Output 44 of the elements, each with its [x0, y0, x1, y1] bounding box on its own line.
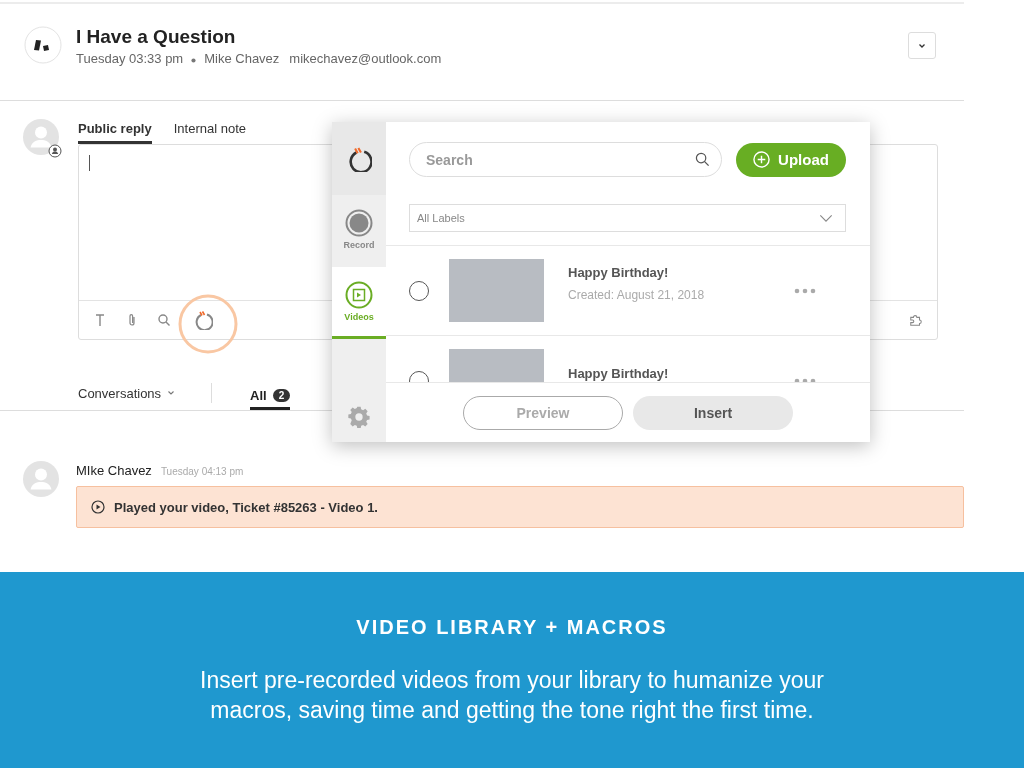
text-cursor	[89, 155, 90, 171]
search-icon[interactable]	[157, 313, 171, 327]
puzzle-piece-icon[interactable]	[909, 313, 923, 327]
labels-dropdown[interactable]: All Labels	[409, 204, 846, 232]
message-time: Tuesday 04:13 pm	[160, 466, 244, 477]
macro-timer-icon[interactable]	[193, 310, 213, 330]
reply-tab[interactable]: Internal note	[173, 119, 246, 144]
video-created-date: Created: August 21, 2018	[568, 288, 706, 302]
banner-heading: VIDEO LIBRARY + MACROS	[356, 616, 668, 639]
more-dots-icon[interactable]	[794, 377, 816, 382]
dropdown-button[interactable]	[908, 32, 936, 59]
plus-circle-icon	[753, 151, 771, 168]
video-title: Happy Birthday!	[568, 265, 670, 280]
event-text: Played your video, Ticket #85263 - Video 1.	[114, 499, 378, 515]
count-badge: 2	[272, 389, 291, 402]
more-dots-icon[interactable]	[794, 287, 816, 294]
timer-logo-icon	[346, 145, 372, 172]
play-circle-icon	[91, 500, 105, 514]
banner-text: Insert pre-recorded videos from your library to humanize your macros, saving time and getting the tone right the first time.	[199, 666, 825, 725]
ticket-title: I Have a Question	[76, 26, 237, 48]
dot-separator-icon	[191, 57, 197, 63]
message-author: MIke Chavez	[76, 463, 152, 478]
requester-email: mikechavez@outlook.com	[289, 51, 442, 66]
highlight-ring	[178, 294, 238, 354]
avatar-icon	[23, 461, 59, 497]
search-icon	[695, 152, 710, 167]
chevron-down-icon	[167, 390, 176, 396]
brand-logo-icon	[24, 26, 62, 64]
all-tab[interactable]: All	[250, 388, 267, 403]
video-title: Happy Birthday!	[568, 366, 670, 381]
ticket-time: Tuesday 03:33 pm	[76, 51, 184, 66]
chevron-down-icon	[819, 213, 833, 223]
reply-tab[interactable]: Public reply	[78, 119, 152, 144]
insert-button[interactable]: Insert	[633, 395, 793, 430]
user-badge-icon	[48, 144, 62, 158]
play-video-icon	[345, 281, 373, 309]
requester-name: Mike Chavez	[204, 51, 280, 66]
chevron-down-icon	[918, 42, 926, 49]
avatar-icon	[23, 119, 59, 155]
settings-icon[interactable]	[348, 406, 370, 428]
conversations-dropdown[interactable]: Conversations	[78, 385, 176, 401]
text-format-icon[interactable]	[93, 313, 107, 327]
record-icon	[345, 209, 373, 237]
search-field[interactable]: Search	[409, 142, 722, 177]
